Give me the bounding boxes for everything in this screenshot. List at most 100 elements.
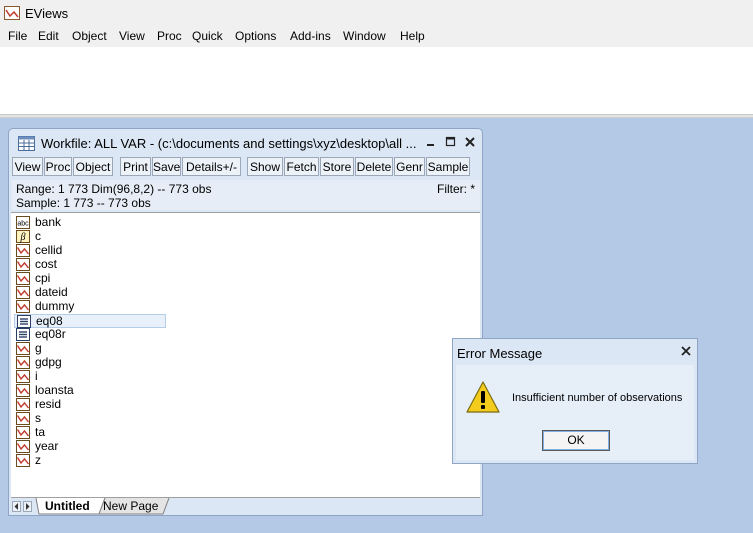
- tab-scroll-right-icon[interactable]: [23, 501, 32, 512]
- alpha-series-icon: abc: [16, 216, 30, 229]
- series-icon: [16, 272, 30, 285]
- proc-button[interactable]: Proc: [44, 157, 72, 176]
- details-button[interactable]: Details+/-: [182, 157, 241, 176]
- list-item[interactable]: z: [14, 454, 166, 468]
- list-item[interactable]: loansta: [14, 384, 166, 398]
- list-item[interactable]: cpi: [14, 272, 166, 286]
- list-item[interactable]: cost: [14, 258, 166, 272]
- object-name: bank: [35, 215, 62, 229]
- tab-new-page[interactable]: New Page: [103, 498, 158, 514]
- object-button[interactable]: Object: [73, 157, 113, 176]
- series-icon: [16, 440, 30, 453]
- object-name: loansta: [35, 383, 74, 397]
- object-name: dummy: [35, 299, 75, 313]
- workfile-object-list[interactable]: abc bank β c cellid cost cpi dateid dummy eq08 eq0…: [11, 212, 480, 497]
- list-item[interactable]: dateid: [14, 286, 166, 300]
- object-name: s: [35, 411, 41, 425]
- view-button[interactable]: View: [12, 157, 43, 176]
- menu-file[interactable]: File: [8, 29, 27, 43]
- series-icon: [16, 258, 30, 271]
- menu-addins[interactable]: Add-ins: [290, 29, 331, 43]
- svg-text:abc: abc: [17, 221, 29, 228]
- menu-view[interactable]: View: [119, 29, 145, 43]
- series-icon: [16, 384, 30, 397]
- maximize-icon[interactable]: [444, 135, 458, 149]
- series-icon: [16, 342, 30, 355]
- menu-edit[interactable]: Edit: [38, 29, 59, 43]
- coefficient-icon: β: [16, 230, 30, 243]
- fetch-button[interactable]: Fetch: [284, 157, 319, 176]
- list-item[interactable]: eq08: [14, 314, 166, 328]
- save-button[interactable]: Save: [152, 157, 181, 176]
- range-text[interactable]: Range: 1 773 Dim(96,8,2) -- 773 obs: [16, 182, 211, 196]
- menu-bar: File Edit Object View Proc Quick Options…: [0, 27, 753, 47]
- object-name: eq08r: [35, 327, 66, 341]
- command-window[interactable]: [0, 47, 753, 115]
- list-item[interactable]: year: [14, 440, 166, 454]
- list-item[interactable]: dummy: [14, 300, 166, 314]
- delete-button[interactable]: Delete: [355, 157, 393, 176]
- error-dialog[interactable]: Error Message Insufficient number of obs…: [452, 338, 698, 464]
- tab-untitled[interactable]: Untitled: [45, 498, 90, 514]
- sample-button[interactable]: Sample: [426, 157, 470, 176]
- ok-button[interactable]: OK: [542, 430, 610, 451]
- series-icon: [16, 286, 30, 299]
- list-item[interactable]: resid: [14, 398, 166, 412]
- equation-icon: [16, 328, 30, 341]
- list-item[interactable]: gdpg: [14, 356, 166, 370]
- workfile-icon: [18, 136, 35, 151]
- series-icon: [16, 398, 30, 411]
- menu-object[interactable]: Object: [72, 29, 107, 43]
- error-dialog-title: Error Message: [457, 346, 543, 361]
- series-icon: [16, 300, 30, 313]
- page-tab-bar: Untitled New Page: [11, 497, 480, 515]
- list-item[interactable]: g: [14, 342, 166, 356]
- object-name: c: [35, 229, 41, 243]
- minimize-icon[interactable]: [424, 135, 438, 149]
- object-name: cpi: [35, 271, 51, 285]
- object-name: resid: [35, 397, 62, 411]
- menu-help[interactable]: Help: [400, 29, 425, 43]
- genr-button[interactable]: Genr: [394, 157, 425, 176]
- close-icon[interactable]: [463, 135, 477, 149]
- tab-scroll-left-icon[interactable]: [12, 501, 21, 512]
- series-icon: [16, 370, 30, 383]
- show-button[interactable]: Show: [247, 157, 283, 176]
- object-name: ta: [35, 425, 46, 439]
- object-name: z: [35, 453, 41, 467]
- workfile-toolbar: View Proc Object Print Save Details+/- S…: [12, 157, 480, 178]
- eviews-app-icon: [4, 6, 20, 20]
- menu-quick[interactable]: Quick: [192, 29, 223, 43]
- list-item[interactable]: abc bank: [14, 216, 166, 230]
- workfile-info-panel: Range: 1 773 Dim(96,8,2) -- 773 obs Filt…: [12, 180, 480, 210]
- object-name: i: [35, 369, 38, 383]
- list-item[interactable]: i: [14, 370, 166, 384]
- object-name: cost: [35, 257, 58, 271]
- menu-window[interactable]: Window: [343, 29, 386, 43]
- series-icon: [16, 426, 30, 439]
- warning-icon: [466, 381, 500, 413]
- menu-options[interactable]: Options: [235, 29, 276, 43]
- close-icon[interactable]: [680, 345, 692, 357]
- app-title-bar[interactable]: EViews: [0, 0, 753, 27]
- list-item[interactable]: eq08r: [14, 328, 166, 342]
- series-icon: [16, 356, 30, 369]
- store-button[interactable]: Store: [320, 157, 354, 176]
- workfile-window[interactable]: Workfile: ALL VAR - (c:\documents and se…: [8, 128, 483, 516]
- error-message-text: Insufficient number of observations: [512, 392, 683, 404]
- list-item[interactable]: cellid: [14, 244, 166, 258]
- filter-text[interactable]: Filter: *: [437, 182, 475, 196]
- svg-text:β: β: [20, 232, 26, 243]
- list-item[interactable]: s: [14, 412, 166, 426]
- object-name: gdpg: [35, 355, 62, 369]
- menu-proc[interactable]: Proc: [157, 29, 182, 43]
- command-splitter[interactable]: [0, 115, 753, 118]
- print-button[interactable]: Print: [120, 157, 151, 176]
- series-icon: [16, 454, 30, 467]
- sample-text[interactable]: Sample: 1 773 -- 773 obs: [16, 196, 151, 210]
- app-title: EViews: [25, 6, 69, 21]
- series-icon: [16, 412, 30, 425]
- object-name: year: [35, 439, 59, 453]
- list-item[interactable]: βc: [14, 230, 166, 244]
- list-item[interactable]: ta: [14, 426, 166, 440]
